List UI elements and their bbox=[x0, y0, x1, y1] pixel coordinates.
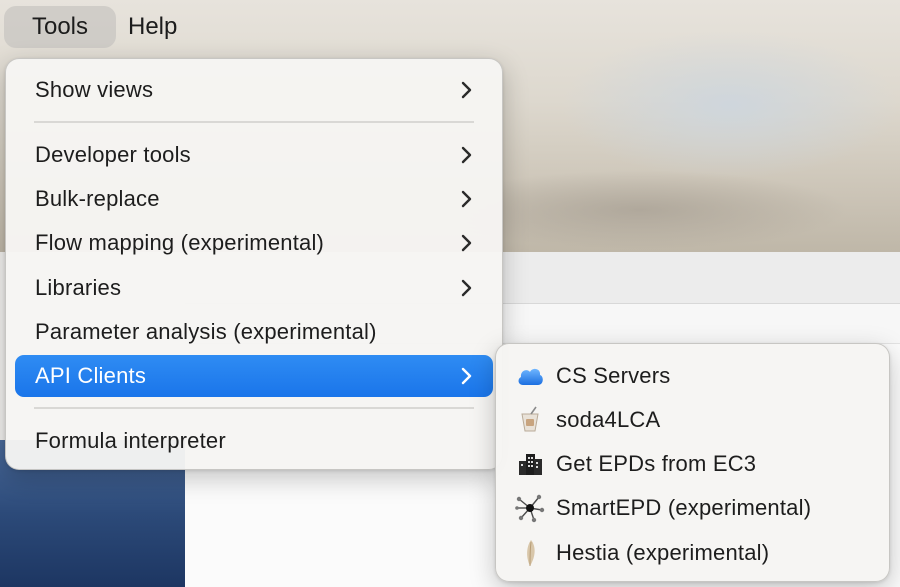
cloud-icon bbox=[514, 360, 546, 392]
menu-item-label: Libraries bbox=[35, 275, 122, 300]
chevron-right-icon bbox=[459, 355, 473, 397]
submenu-item-ec3[interactable]: Get EPDs from EC3 bbox=[514, 443, 879, 485]
menu-item-developer-tools[interactable]: Developer tools bbox=[15, 134, 493, 176]
buildings-icon bbox=[514, 448, 546, 480]
menu-bar: Tools Help bbox=[0, 0, 900, 52]
submenu-item-soda4lca[interactable]: soda4LCA bbox=[514, 399, 879, 441]
soda-cup-icon bbox=[514, 404, 546, 436]
submenu-item-label: soda4LCA bbox=[556, 407, 661, 432]
chevron-right-icon bbox=[459, 69, 473, 111]
submenu-item-label: CS Servers bbox=[556, 363, 671, 388]
menu-item-api-clients[interactable]: API Clients bbox=[15, 355, 493, 397]
submenu-item-smartepd[interactable]: SmartEPD (experimental) bbox=[514, 487, 879, 529]
menu-item-label: Formula interpreter bbox=[35, 428, 226, 453]
menu-item-label: Bulk-replace bbox=[35, 186, 160, 211]
menubar-help[interactable]: Help bbox=[114, 6, 191, 48]
menu-item-label: Flow mapping (experimental) bbox=[35, 230, 325, 255]
submenu-item-label: Hestia (experimental) bbox=[556, 540, 770, 565]
api-clients-submenu: CS Servers soda4LCA Get EPDs from EC3 Sm… bbox=[495, 343, 890, 582]
menubar-tools[interactable]: Tools bbox=[4, 6, 116, 48]
submenu-item-cs-servers[interactable]: CS Servers bbox=[514, 355, 879, 397]
submenu-item-label: Get EPDs from EC3 bbox=[556, 451, 757, 476]
chevron-right-icon bbox=[459, 267, 473, 309]
network-nodes-icon bbox=[514, 492, 546, 524]
menu-separator bbox=[34, 121, 474, 123]
submenu-item-label: SmartEPD (experimental) bbox=[556, 495, 812, 520]
menu-item-label: API Clients bbox=[35, 363, 147, 388]
menu-item-label: Developer tools bbox=[35, 142, 191, 167]
menu-item-bulk-replace[interactable]: Bulk-replace bbox=[15, 178, 493, 220]
menu-separator bbox=[34, 407, 474, 409]
chevron-right-icon bbox=[459, 178, 473, 220]
tools-menu: Show views Developer tools Bulk-replace … bbox=[5, 58, 503, 470]
chevron-right-icon bbox=[459, 222, 473, 264]
leaf-feather-icon bbox=[514, 537, 546, 569]
menu-item-parameter-analysis[interactable]: Parameter analysis (experimental) bbox=[15, 311, 493, 353]
menu-item-flow-mapping[interactable]: Flow mapping (experimental) bbox=[15, 222, 493, 264]
menu-item-label: Show views bbox=[35, 77, 154, 102]
background-cloud bbox=[560, 30, 900, 180]
menu-item-formula-interpreter[interactable]: Formula interpreter bbox=[15, 420, 493, 462]
menu-item-label: Parameter analysis (experimental) bbox=[35, 319, 377, 344]
chevron-right-icon bbox=[459, 134, 473, 176]
menu-item-show-views[interactable]: Show views bbox=[15, 69, 493, 111]
submenu-item-hestia[interactable]: Hestia (experimental) bbox=[514, 532, 879, 574]
menu-item-libraries[interactable]: Libraries bbox=[15, 267, 493, 309]
